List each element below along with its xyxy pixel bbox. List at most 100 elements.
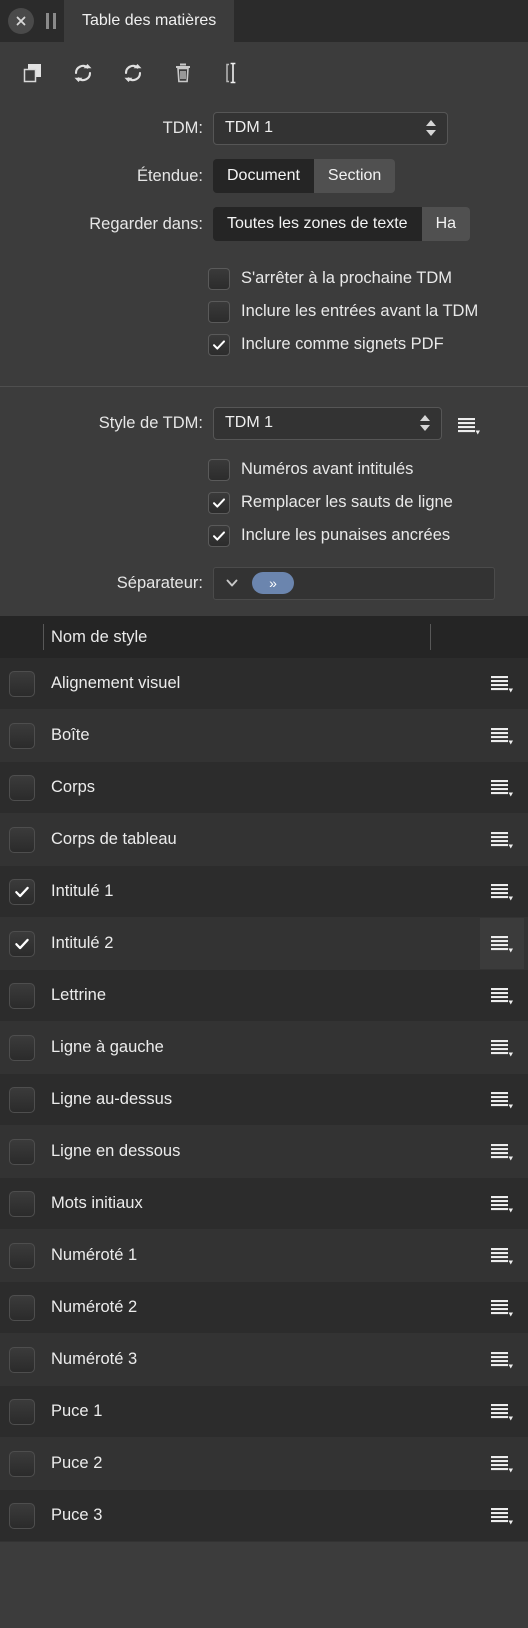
row-style-name: Numéroté 3	[51, 1350, 138, 1368]
etendue-option-section[interactable]: Section	[313, 159, 396, 193]
refresh-icon[interactable]	[58, 50, 108, 96]
row-style-de-tdm: Style de TDM: TDM 1	[0, 399, 528, 447]
row-checkbox[interactable]	[9, 1450, 35, 1477]
pause-grip-icon[interactable]	[38, 8, 64, 34]
table-row[interactable]: Lettrine	[0, 970, 528, 1022]
text-cursor-icon[interactable]	[208, 50, 258, 96]
row-style-name: Puce 3	[51, 1506, 103, 1524]
list-menu-icon[interactable]	[480, 814, 524, 865]
column-divider	[43, 624, 44, 650]
table-row[interactable]: Intitulé 2	[0, 918, 528, 970]
table-row[interactable]: Numéroté 1	[0, 1230, 528, 1282]
table-row[interactable]: Alignement visuel	[0, 658, 528, 710]
tdm-select[interactable]: TDM 1	[213, 111, 448, 145]
table-row[interactable]: Numéroté 3	[0, 1334, 528, 1386]
checkbox-punaises-ancrees[interactable]	[208, 524, 230, 547]
regarder-dans-option-habillage[interactable]: Ha	[421, 207, 471, 241]
style-de-tdm-value: TDM 1	[225, 414, 273, 431]
table-row[interactable]: Ligne à gauche	[0, 1022, 528, 1074]
list-menu-icon[interactable]	[480, 1334, 524, 1385]
checkbox-inclure-entrees[interactable]	[208, 300, 230, 323]
checkbox-row-inclure-entrees[interactable]: Inclure les entrées avant la TDM	[0, 295, 528, 328]
list-menu-icon[interactable]	[480, 1074, 524, 1125]
table-row[interactable]: Corps de tableau	[0, 814, 528, 866]
stepper-arrows-icon[interactable]	[426, 120, 436, 136]
checkbox-numeros-avant[interactable]	[208, 458, 230, 481]
row-checkbox[interactable]	[9, 722, 35, 749]
chevron-down-icon[interactable]	[222, 575, 242, 591]
row-checkbox[interactable]	[9, 1502, 35, 1529]
tab-table-des-matieres[interactable]: Table des matières	[64, 0, 235, 42]
list-menu-icon[interactable]	[480, 658, 524, 709]
row-checkbox[interactable]	[9, 1242, 35, 1269]
etendue-option-document[interactable]: Document	[213, 159, 314, 193]
row-checkbox[interactable]	[9, 1294, 35, 1321]
list-menu-icon[interactable]	[480, 710, 524, 761]
style-de-tdm-label: Style de TDM:	[98, 413, 203, 432]
style-de-tdm-select[interactable]: TDM 1	[213, 406, 442, 440]
list-menu-icon[interactable]	[480, 1386, 524, 1437]
row-checkbox[interactable]	[9, 1346, 35, 1373]
checkbox-row-numeros-avant[interactable]: Numéros avant intitulés	[0, 453, 528, 486]
row-checkbox[interactable]	[9, 774, 35, 801]
row-style-name: Puce 2	[51, 1454, 103, 1472]
row-checkbox[interactable]	[9, 1398, 35, 1425]
regarder-dans-option-toutes[interactable]: Toutes les zones de texte	[213, 207, 422, 241]
table-row[interactable]: Mots initiaux	[0, 1178, 528, 1230]
row-etendue: Étendue: Document Section	[0, 152, 528, 200]
list-menu-icon[interactable]	[480, 918, 524, 969]
table-row[interactable]: Ligne au-dessus	[0, 1074, 528, 1126]
table-row[interactable]: Ligne en dessous	[0, 1126, 528, 1178]
table-row[interactable]: Puce 3	[0, 1490, 528, 1542]
list-menu-icon[interactable]	[480, 762, 524, 813]
style-list-rows: Alignement visuel Boîte Corps Corps de tabl…	[0, 658, 528, 1542]
table-row[interactable]: Puce 2	[0, 1438, 528, 1490]
row-checkbox[interactable]	[9, 826, 35, 853]
trash-icon[interactable]	[158, 50, 208, 96]
row-checkbox[interactable]	[9, 1138, 35, 1165]
etendue-segmented-control: Document Section	[213, 159, 396, 193]
stepper-arrows-icon[interactable]	[420, 415, 430, 431]
list-menu-icon[interactable]	[454, 409, 484, 437]
row-regarder-dans: Regarder dans: Toutes les zones de texte…	[0, 200, 528, 248]
row-style-name: Ligne à gauche	[51, 1038, 164, 1056]
table-row[interactable]: Numéroté 2	[0, 1282, 528, 1334]
separateur-token[interactable]: »	[252, 572, 294, 594]
table-row[interactable]: Puce 1	[0, 1386, 528, 1438]
list-menu-icon[interactable]	[480, 1178, 524, 1229]
style-list: Nom de style Alignement visuel Boîte Corps…	[0, 616, 528, 1542]
list-menu-icon[interactable]	[480, 1438, 524, 1489]
checkbox-arreter[interactable]	[208, 267, 230, 290]
checkbox-row-signets-pdf[interactable]: Inclure comme signets PDF	[0, 328, 528, 361]
list-menu-icon[interactable]	[480, 1490, 524, 1541]
row-checkbox[interactable]	[9, 930, 35, 957]
row-checkbox[interactable]	[9, 878, 35, 905]
list-menu-icon[interactable]	[480, 1282, 524, 1333]
checkbox-row-punaises-ancrees[interactable]: Inclure les punaises ancrées	[0, 519, 528, 552]
row-checkbox[interactable]	[9, 1034, 35, 1061]
list-menu-icon[interactable]	[480, 866, 524, 917]
list-menu-icon[interactable]	[480, 1230, 524, 1281]
list-menu-icon[interactable]	[480, 1126, 524, 1177]
separateur-input[interactable]: »	[213, 566, 495, 600]
table-row[interactable]: Corps	[0, 762, 528, 814]
checkbox-row-remplacer-sauts[interactable]: Remplacer les sauts de ligne	[0, 486, 528, 519]
checkbox-signets-pdf[interactable]	[208, 333, 230, 356]
list-menu-icon[interactable]	[480, 1022, 524, 1073]
table-row[interactable]: Intitulé 1	[0, 866, 528, 918]
refresh-icon[interactable]	[108, 50, 158, 96]
row-checkbox[interactable]	[9, 1190, 35, 1217]
close-circle-icon[interactable]	[8, 8, 34, 34]
checkbox-remplacer-sauts[interactable]	[208, 491, 230, 514]
row-checkbox[interactable]	[9, 1086, 35, 1113]
row-checkbox[interactable]	[9, 982, 35, 1009]
tab-label: Table des matières	[82, 12, 217, 29]
regarder-dans-label: Regarder dans:	[89, 214, 203, 233]
row-checkbox[interactable]	[9, 670, 35, 697]
checkbox-label-numeros-avant: Numéros avant intitulés	[241, 460, 414, 478]
table-row[interactable]: Boîte	[0, 710, 528, 762]
checkbox-row-arreter[interactable]: S'arrêter à la prochaine TDM	[0, 262, 528, 295]
list-menu-icon[interactable]	[480, 970, 524, 1021]
regarder-dans-segmented-control: Toutes les zones de texte Ha	[213, 207, 471, 241]
duplicate-icon[interactable]	[8, 50, 58, 96]
